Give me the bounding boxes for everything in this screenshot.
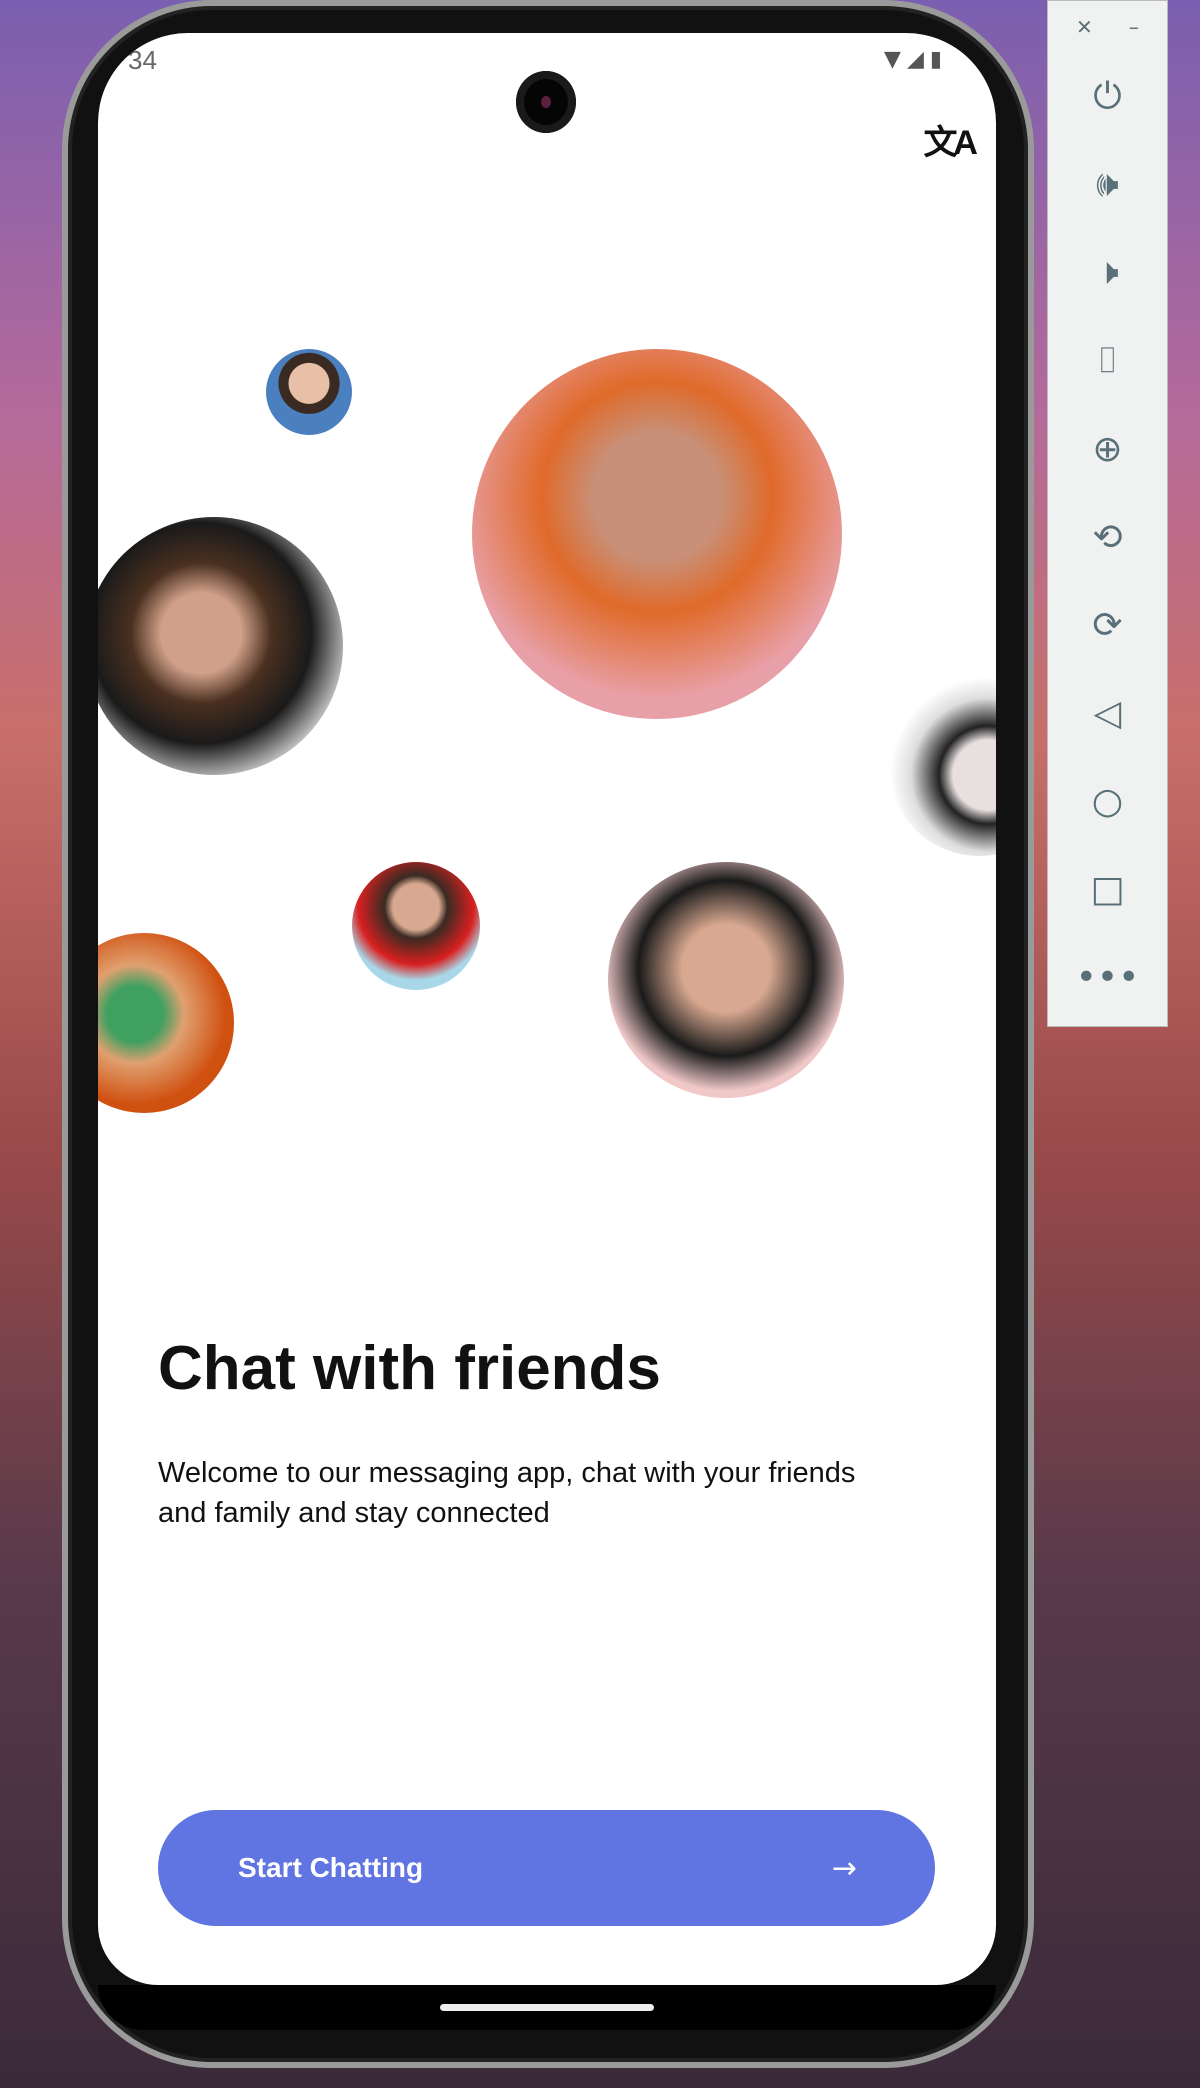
- status-icons: ▼ ◢ ▮: [884, 47, 942, 72]
- rotate-right-icon[interactable]: ⟳: [1048, 581, 1167, 669]
- arrow-right-icon: →: [831, 1850, 857, 1886]
- avatar-man-sunglasses: [608, 862, 844, 1098]
- power-icon[interactable]: ⏻: [1048, 53, 1167, 141]
- start-chatting-button[interactable]: Start Chatting →: [158, 1810, 935, 1926]
- volume-down-icon[interactable]: 🕨: [1048, 229, 1167, 317]
- avatar-man-orange-hoodie: [472, 349, 842, 719]
- battery-icon: ▮: [929, 47, 942, 72]
- start-chatting-label: Start Chatting: [238, 1852, 424, 1883]
- signal-icon: ◢: [906, 47, 924, 72]
- camera-icon[interactable]: ⌷: [1048, 317, 1167, 405]
- avatar-woman-smiling: [266, 349, 352, 435]
- volume-up-icon[interactable]: 🕪: [1048, 141, 1167, 229]
- home-indicator[interactable]: [440, 2004, 654, 2011]
- overview-icon[interactable]: □: [1048, 845, 1167, 933]
- status-time: 34: [128, 45, 157, 75]
- page-description: Welcome to our messaging app, chat with …: [158, 1457, 856, 1529]
- avatar-man-red-shirt: [352, 862, 480, 990]
- minimize-icon[interactable]: –: [1129, 15, 1139, 39]
- avatar-bearded-man: [98, 517, 343, 775]
- avatar-woman-green-makeup: [98, 933, 234, 1113]
- rotate-left-icon[interactable]: ⟲: [1048, 493, 1167, 581]
- translate-icon[interactable]: 文A: [923, 115, 978, 164]
- emulator-toolbar: ✕ – ⏻ 🕪 🕨 ⌷ ⊕ ⟲ ⟳ ◁ ○ □ •••: [1047, 0, 1168, 1027]
- avatar-face-paint: [889, 676, 996, 856]
- wifi-icon: ▼: [884, 47, 901, 72]
- more-icon[interactable]: •••: [1048, 933, 1167, 1021]
- app-screen: 34 ▼ ◢ ▮ 文A Chat with friends Welcome to…: [98, 33, 996, 1985]
- home-icon[interactable]: ○: [1048, 757, 1167, 845]
- zoom-icon[interactable]: ⊕: [1048, 405, 1167, 493]
- close-icon[interactable]: ✕: [1076, 15, 1093, 39]
- page-title: Chat with friends: [158, 1334, 661, 1403]
- front-camera: [516, 71, 576, 133]
- back-icon[interactable]: ◁: [1048, 669, 1167, 757]
